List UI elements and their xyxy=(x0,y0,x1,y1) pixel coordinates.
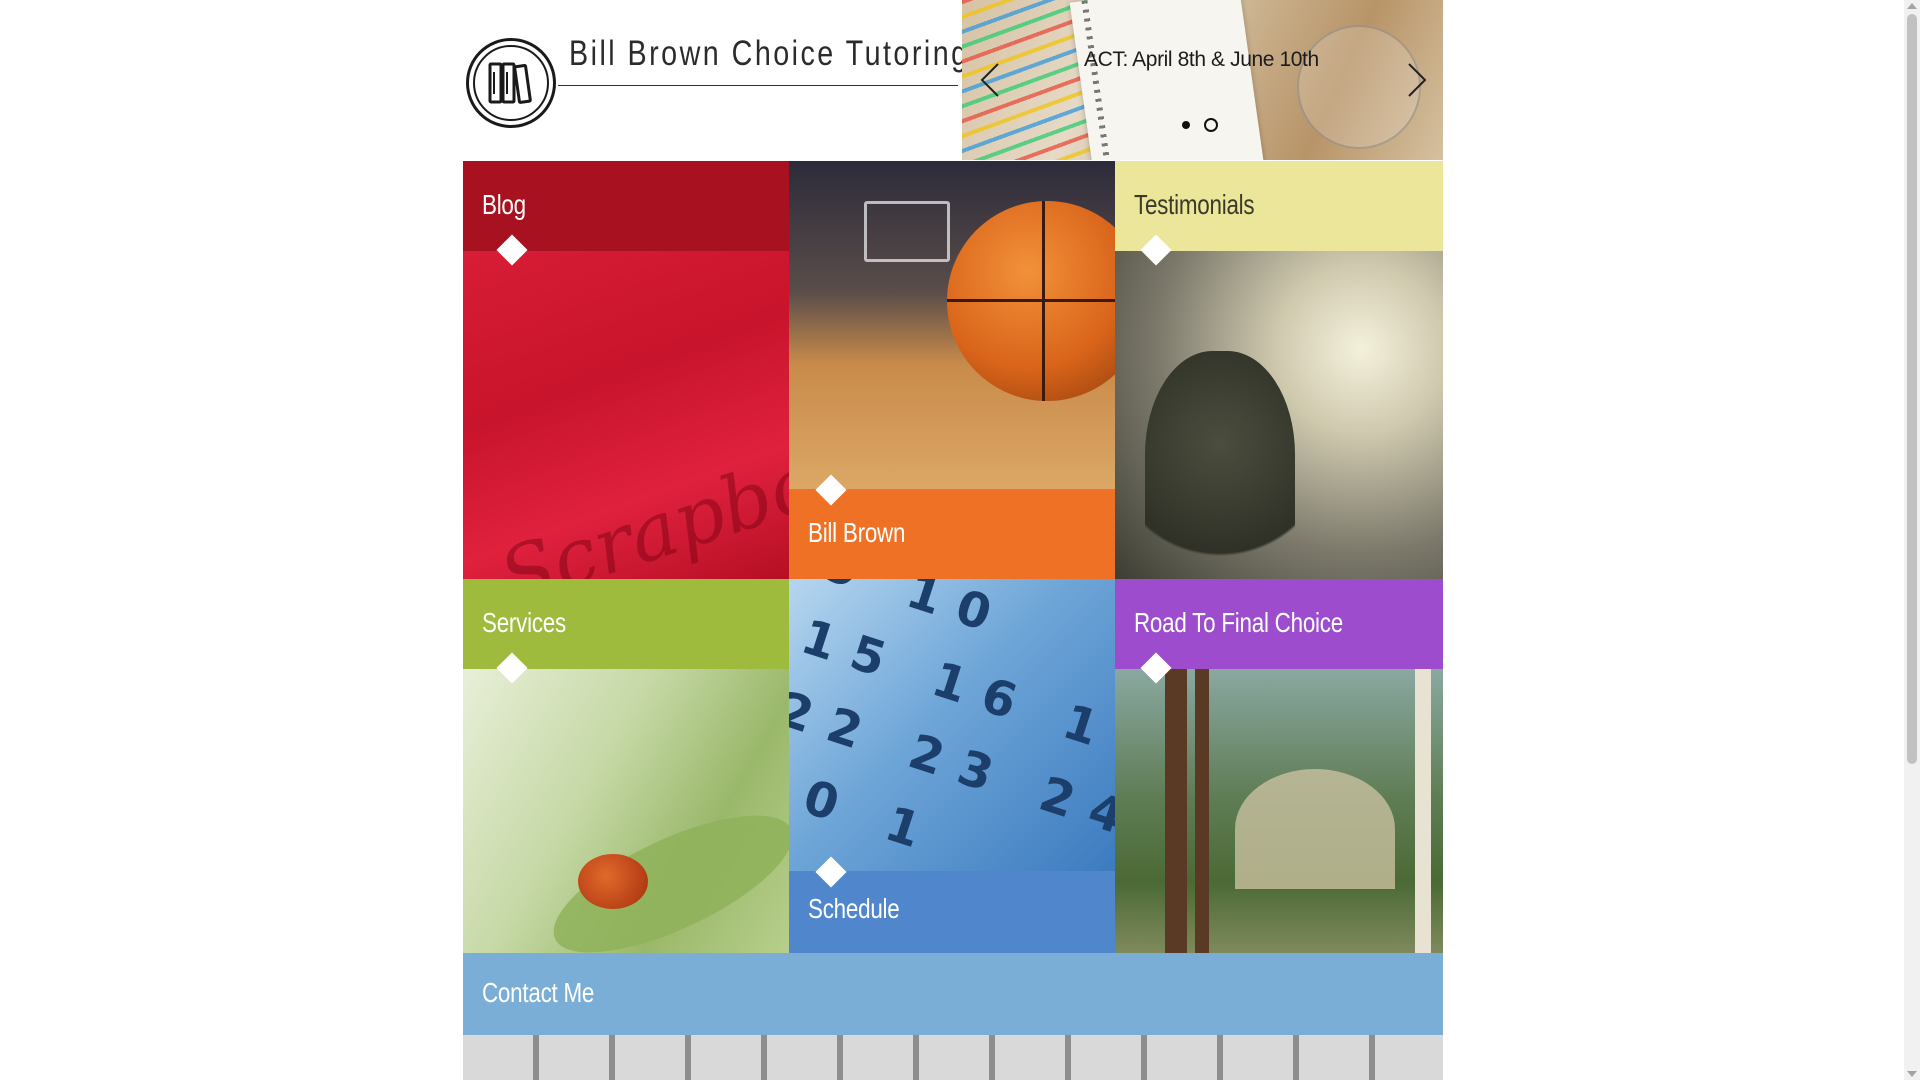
scroll-down-icon[interactable] xyxy=(1907,1071,1917,1077)
calendar-image: 9 10 15 16 17 18 22 23 24 25 30 1 xyxy=(789,579,1115,893)
tile-blog-label: Blog xyxy=(482,189,526,220)
tile-contact-band xyxy=(463,953,1443,1035)
tile-testimonials-label: Testimonials xyxy=(1134,189,1255,220)
slideshow-dots xyxy=(1182,118,1218,132)
tile-contact-me[interactable]: Contact Me xyxy=(463,953,1443,1080)
slide-text: ACT: April 8th & June 10th xyxy=(1084,48,1319,71)
tile-road-to-final-choice[interactable]: Road To Final Choice xyxy=(1115,579,1443,953)
slide-dot-2[interactable] xyxy=(1204,118,1218,132)
ladybug-image xyxy=(463,669,789,953)
scrollbar-thumb[interactable] xyxy=(1907,14,1917,764)
tree-trunk-shape xyxy=(1165,669,1187,953)
books-icon xyxy=(473,45,549,121)
birch-trunk-shape xyxy=(1415,669,1431,953)
slideshow: ACT: April 8th & June 10th xyxy=(962,0,1443,160)
tile-bill-brown-label: Bill Brown xyxy=(808,517,906,548)
chevron-right-icon xyxy=(1408,63,1427,97)
page-container: Bill Brown Choice Tutoring ACT: April 8t… xyxy=(463,0,1443,1080)
scroll-up-icon[interactable] xyxy=(1907,3,1917,9)
tile-services-label: Services xyxy=(482,607,566,638)
tile-schedule[interactable]: 9 10 15 16 17 18 22 23 24 25 30 1 Schedu… xyxy=(789,579,1115,953)
slideshow-prev-button[interactable] xyxy=(976,60,1004,100)
site-logo[interactable] xyxy=(466,38,556,128)
leaf-shape xyxy=(536,788,789,953)
tile-bill-brown[interactable]: Bill Brown xyxy=(789,161,1115,579)
basketball-image xyxy=(789,161,1115,489)
tile-blog[interactable]: Scrapbook Blog xyxy=(463,161,789,579)
scrapbook-image: Scrapbook xyxy=(463,251,789,579)
tile-testimonials[interactable]: Testimonials xyxy=(1115,161,1443,579)
sunlit-tree-image xyxy=(1115,251,1443,579)
chevron-left-icon xyxy=(980,63,999,97)
ladybug-shape xyxy=(578,854,648,909)
tile-services[interactable]: Services xyxy=(463,579,789,953)
slide-dot-1[interactable] xyxy=(1182,121,1190,129)
site-title[interactable]: Bill Brown Choice Tutoring xyxy=(569,34,970,74)
tile-contact-label: Contact Me xyxy=(482,977,595,1008)
tile-schedule-label: Schedule xyxy=(808,893,900,924)
tree-trunk-shape xyxy=(1195,669,1209,953)
tile-road-label: Road To Final Choice xyxy=(1134,607,1343,638)
scrapbook-text: Scrapbook xyxy=(489,408,789,579)
page-scrollbar[interactable] xyxy=(1904,0,1920,1080)
hoop-shape xyxy=(864,201,950,262)
keyboard-image xyxy=(463,1035,1443,1080)
title-underline xyxy=(558,85,958,86)
basketball-shape xyxy=(947,201,1115,401)
slide-notebook-image xyxy=(1069,0,1265,160)
path-shape xyxy=(1235,769,1395,889)
slideshow-next-button[interactable] xyxy=(1403,60,1431,100)
tree-shape xyxy=(1145,351,1295,579)
